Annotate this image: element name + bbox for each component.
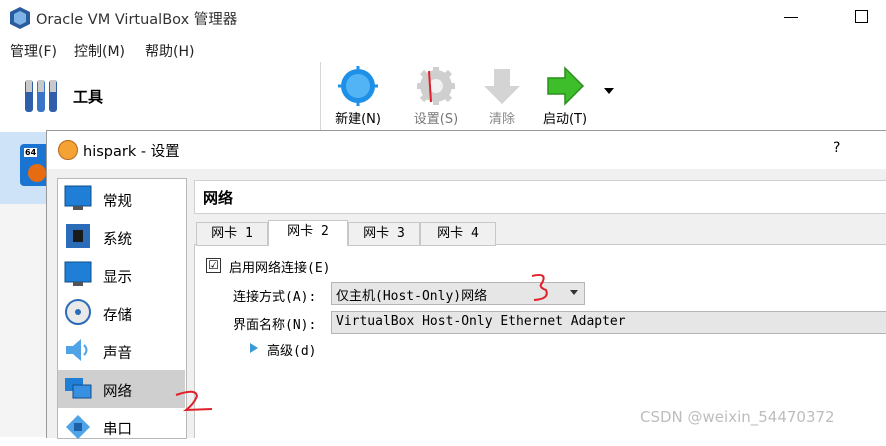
advanced-expand-icon[interactable]	[250, 343, 258, 353]
dialog-help-button[interactable]: ?	[833, 140, 840, 156]
nav-label-serial: 串口	[103, 422, 132, 438]
settings-button-label: 设置(S)	[413, 112, 459, 127]
attached-to-dropdown-icon[interactable]	[570, 290, 578, 295]
vm-disc-icon	[28, 164, 46, 182]
section-header	[194, 180, 886, 214]
window-title: Oracle VM VirtualBox 管理器	[36, 12, 238, 28]
start-arrow-icon	[547, 66, 585, 106]
tools-icon[interactable]	[22, 76, 62, 116]
adapter-name-value: VirtualBox Host-Only Ethernet Adapter	[336, 314, 626, 329]
attached-to-label: 连接方式(A):	[233, 290, 317, 305]
menu-machine[interactable]: 控制(M)	[74, 41, 125, 61]
audio-speaker-icon	[66, 339, 88, 361]
watermark: CSDN @weixin_54470372	[640, 408, 835, 426]
start-button-label: 启动(T)	[542, 112, 588, 127]
network-icon	[65, 378, 92, 399]
vm-list-background	[0, 204, 48, 437]
virtualbox-logo-icon	[10, 7, 30, 29]
nav-item-storage[interactable]: 存储	[58, 294, 185, 332]
dialog-title: hispark - 设置	[83, 144, 180, 160]
nav-label-system: 系统	[103, 232, 132, 248]
minimize-button[interactable]	[784, 17, 798, 18]
tab-adapter-1[interactable]: 网卡 1	[196, 222, 268, 246]
new-button[interactable]: 新建(N)	[326, 62, 390, 132]
enable-adapter-checkbox[interactable]: ☑	[206, 258, 221, 273]
start-dropdown-arrow-icon[interactable]	[604, 88, 614, 94]
nav-label-general: 常规	[103, 194, 132, 210]
adapter-name-label: 界面名称(N):	[233, 318, 317, 333]
new-button-label: 新建(N)	[335, 112, 381, 127]
nav-item-network[interactable]: 网络	[58, 370, 185, 408]
dialog-settings-icon	[58, 140, 78, 160]
nav-item-system[interactable]: 系统	[58, 218, 185, 256]
general-monitor-icon	[64, 185, 92, 210]
display-monitor-icon	[64, 261, 92, 286]
start-button[interactable]: 启动(T)	[533, 62, 597, 132]
nav-label-network: 网络	[103, 384, 132, 400]
nav-label-display: 显示	[103, 270, 132, 286]
vm-64bit-badge: 64	[24, 148, 38, 157]
new-machine-icon	[338, 66, 378, 106]
toolbar-divider	[320, 62, 321, 132]
tab-adapter-3[interactable]: 网卡 3	[348, 222, 420, 246]
settings-button[interactable]: 设置(S)	[404, 62, 468, 132]
nav-item-general[interactable]: 常规	[58, 180, 185, 218]
discard-button[interactable]: 清除	[470, 62, 534, 132]
tools-label[interactable]: 工具	[73, 86, 103, 107]
menu-help[interactable]: 帮助(H)	[145, 41, 194, 61]
menu-bar: 管理(F) 控制(M) 帮助(H)	[0, 38, 886, 62]
system-chip-icon	[66, 224, 90, 248]
storage-disk-icon	[65, 299, 91, 325]
advanced-toggle-label[interactable]: 高级(d)	[267, 340, 316, 359]
nav-label-audio: 声音	[103, 346, 132, 362]
maximize-button[interactable]	[855, 10, 868, 23]
attached-to-value: 仅主机(Host-Only)网络	[336, 289, 488, 304]
section-title: 网络	[203, 189, 234, 207]
menu-file[interactable]: 管理(F)	[10, 41, 57, 61]
enable-adapter-label[interactable]: 启用网络连接(E)	[229, 257, 330, 276]
settings-gear-icon	[417, 67, 455, 105]
nav-label-storage: 存储	[103, 308, 132, 324]
discard-button-label: 清除	[488, 112, 515, 127]
nav-item-display[interactable]: 显示	[58, 256, 185, 294]
discard-arrow-icon	[484, 69, 520, 104]
nav-item-audio[interactable]: 声音	[58, 332, 185, 370]
tab-adapter-2[interactable]: 网卡 2	[268, 220, 348, 246]
serial-port-icon	[66, 415, 90, 439]
nav-item-serial[interactable]: 串口	[58, 408, 185, 446]
tab-adapter-4[interactable]: 网卡 4	[420, 222, 496, 246]
